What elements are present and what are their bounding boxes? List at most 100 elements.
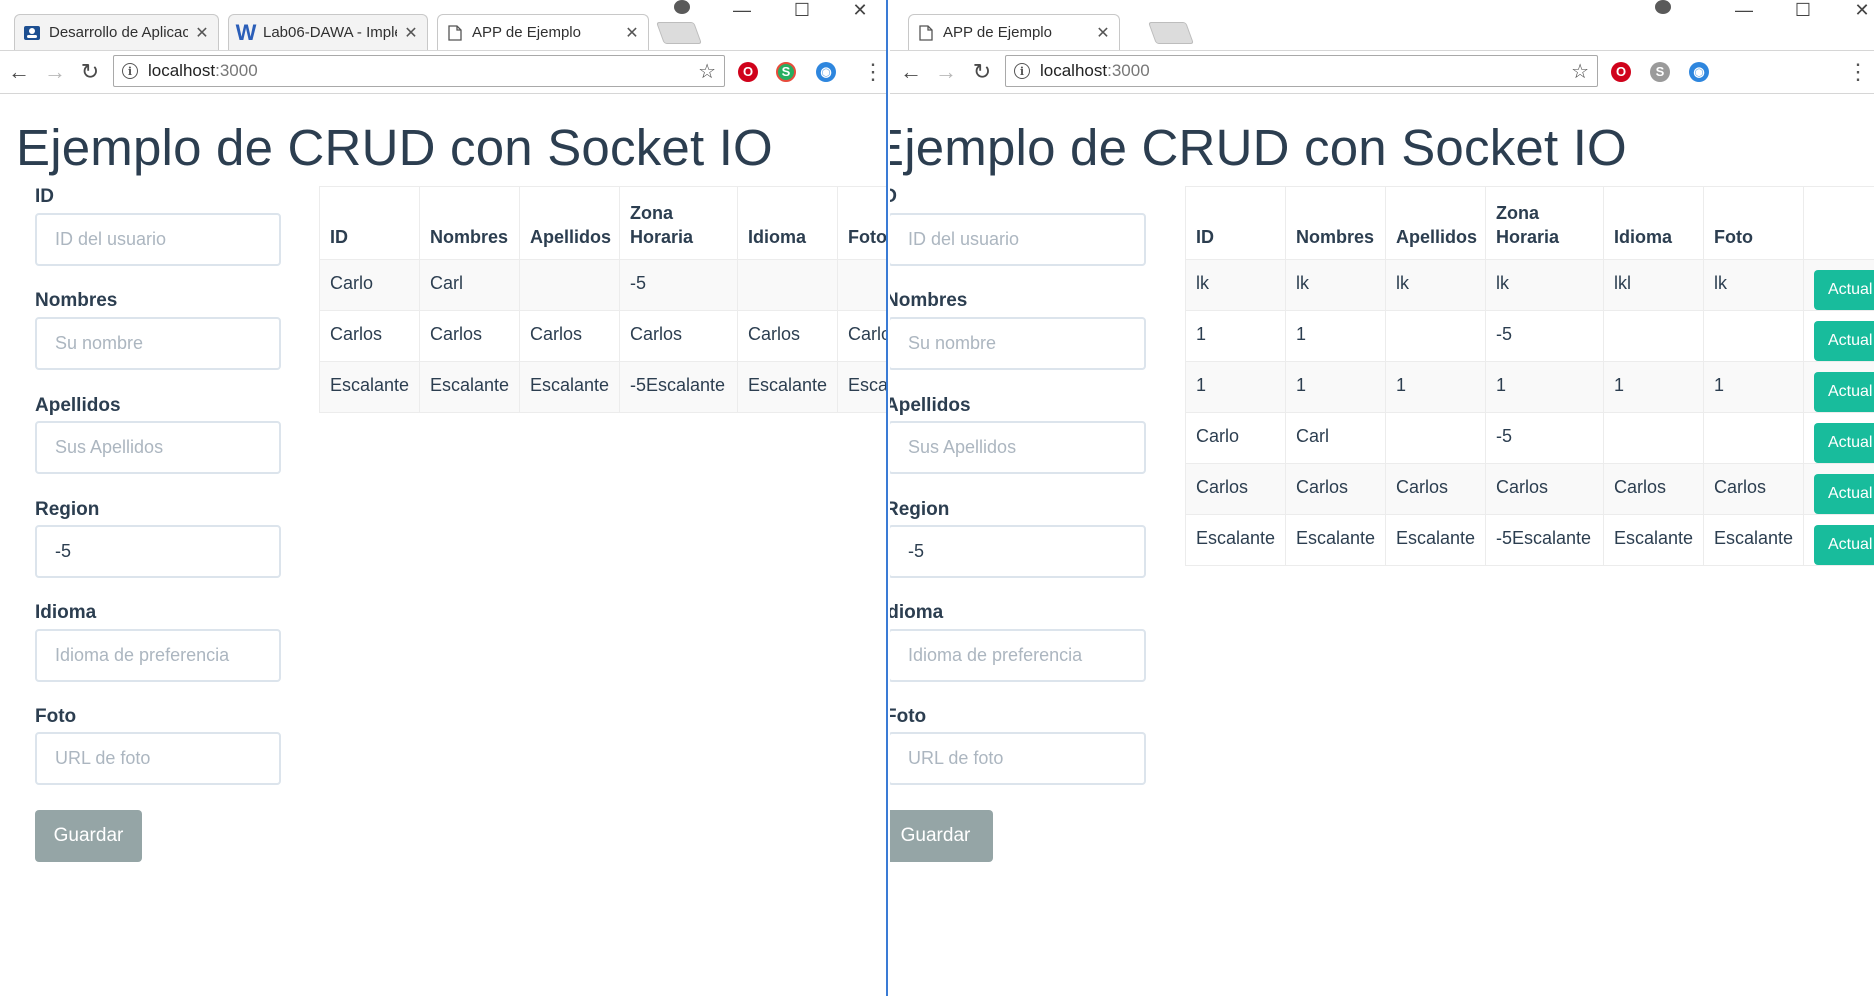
star-icon[interactable]: ☆ (698, 59, 716, 84)
idioma-input[interactable] (890, 629, 1146, 682)
back-arrow-icon[interactable]: ← (6, 59, 32, 85)
menu-dots-icon[interactable]: ⋮ (1847, 59, 1869, 85)
cell: lk (1285, 259, 1386, 311)
cell: -5 (1485, 412, 1604, 464)
close-tab-icon[interactable]: ✕ (403, 23, 419, 43)
update-button[interactable]: Actual (1814, 525, 1874, 565)
region-input[interactable] (35, 525, 281, 578)
browser-toolbar: ← → ↻ i localhost:3000 ☆ O S ◉ ⋮ (890, 51, 1874, 94)
tab-strip: Desarrollo de Aplicac ✕ W Lab06-DAWA - I… (0, 0, 886, 51)
idioma-input[interactable] (35, 629, 281, 682)
tab-title: Desarrollo de Aplicac (49, 24, 188, 41)
header-id: ID (319, 186, 420, 260)
apellidos-label: Apellidos (890, 395, 971, 416)
forward-arrow-icon[interactable]: → (933, 59, 959, 85)
header-nombres: Nombres (1285, 186, 1386, 260)
maximize-icon[interactable]: ☐ (1783, 0, 1823, 20)
address-bar[interactable]: i localhost:3000 ☆ (1005, 55, 1598, 87)
tab-strip: APP de Ejemplo ✕ — ☐ ✕ (890, 0, 1874, 51)
cell: Escalante (737, 361, 838, 413)
update-button[interactable]: Actual (1814, 372, 1874, 412)
profile-icon[interactable] (674, 0, 690, 14)
cell: -5Escalante (619, 361, 738, 413)
update-button[interactable]: Actual (1814, 321, 1874, 361)
apellidos-label: Apellidos (35, 395, 121, 416)
close-tab-icon[interactable]: ✕ (194, 23, 210, 43)
table-row: Carlo Carl -5 Actual (1185, 412, 1874, 464)
close-window-icon[interactable]: ✕ (1842, 0, 1874, 20)
address-bar[interactable]: i localhost:3000 ☆ (113, 55, 725, 87)
page-icon (917, 24, 935, 42)
menu-dots-icon[interactable]: ⋮ (862, 59, 884, 85)
cell: Carlos (737, 310, 838, 362)
cell (519, 259, 620, 311)
globe-icon[interactable]: ◉ (816, 62, 836, 82)
header-actions (1803, 186, 1874, 260)
actions-cell: Actual (1803, 361, 1874, 413)
foto-input[interactable] (890, 732, 1146, 785)
region-input[interactable] (890, 525, 1146, 578)
forward-arrow-icon[interactable]: → (42, 59, 68, 85)
actions-cell: Actual (1803, 463, 1874, 515)
header-idioma: Idioma (737, 186, 838, 260)
tab-title: Lab06-DAWA - Imple (263, 24, 397, 41)
new-tab-button[interactable] (655, 22, 703, 44)
id-input[interactable] (890, 213, 1146, 266)
cell: 1 (1285, 310, 1386, 362)
table-row: 1 1 -5 Actual (1185, 310, 1874, 362)
minimize-icon[interactable]: — (1724, 0, 1764, 20)
actions-cell: Actual (1803, 514, 1874, 566)
apellidos-input[interactable] (890, 421, 1146, 474)
info-icon[interactable]: i (1014, 63, 1030, 79)
actions-cell: Actual (1803, 310, 1874, 362)
update-button[interactable]: Actual (1814, 423, 1874, 463)
cell (1703, 412, 1804, 464)
id-input[interactable] (35, 213, 281, 266)
info-icon[interactable]: i (122, 63, 138, 79)
tab-app-ejemplo[interactable]: APP de Ejemplo ✕ (437, 14, 649, 50)
nombres-input[interactable] (35, 317, 281, 370)
close-tab-icon[interactable]: ✕ (624, 23, 640, 43)
back-arrow-icon[interactable]: ← (898, 59, 924, 85)
profile-icon[interactable] (1655, 0, 1671, 14)
cell: Escalante (1285, 514, 1386, 566)
close-tab-icon[interactable]: ✕ (1095, 23, 1111, 43)
skype-icon[interactable]: S (1650, 62, 1670, 82)
cell: Carlo (1185, 412, 1286, 464)
opera-icon[interactable]: O (738, 62, 758, 82)
users-table: ID Nombres Apellidos Zona Horaria Idioma… (1185, 186, 1874, 566)
cell: Carl (419, 259, 520, 311)
opera-icon[interactable]: O (1611, 62, 1631, 82)
foto-input[interactable] (35, 732, 281, 785)
update-button[interactable]: Actual (1814, 474, 1874, 514)
maximize-icon[interactable]: ☐ (782, 0, 822, 20)
cell: Carlo (319, 259, 420, 311)
header-zona-horaria: Zona Horaria (1485, 186, 1604, 260)
star-icon[interactable]: ☆ (1571, 59, 1589, 84)
nombres-label: Nombres (890, 290, 968, 311)
tab-desarrollo[interactable]: Desarrollo de Aplicac ✕ (14, 14, 219, 50)
cell: -5Escalante (1485, 514, 1604, 566)
cell: Escalante (1185, 514, 1286, 566)
tab-lab06[interactable]: W Lab06-DAWA - Imple ✕ (228, 14, 428, 50)
id-label: ID (890, 186, 897, 207)
new-tab-button[interactable] (1147, 22, 1195, 44)
close-window-icon[interactable]: ✕ (840, 0, 880, 20)
update-button[interactable]: Actual (1814, 270, 1874, 310)
header-apellidos: Apellidos (519, 186, 620, 260)
cell: lk (1485, 259, 1604, 311)
reload-icon[interactable]: ↻ (969, 59, 995, 85)
save-button[interactable]: Guardar (35, 810, 142, 862)
reload-icon[interactable]: ↻ (77, 59, 103, 85)
minimize-icon[interactable]: — (722, 0, 762, 20)
globe-icon[interactable]: ◉ (1689, 62, 1709, 82)
apellidos-input[interactable] (35, 421, 281, 474)
idioma-label: Idioma (35, 602, 97, 623)
tab-app-ejemplo[interactable]: APP de Ejemplo ✕ (908, 14, 1120, 50)
cell: -5 (619, 259, 738, 311)
nombres-input[interactable] (890, 317, 1146, 370)
cell: Escalante (837, 361, 886, 413)
save-button[interactable]: Guardar (890, 810, 993, 862)
skype-icon[interactable]: S (776, 62, 796, 82)
header-foto: Foto (1703, 186, 1804, 260)
